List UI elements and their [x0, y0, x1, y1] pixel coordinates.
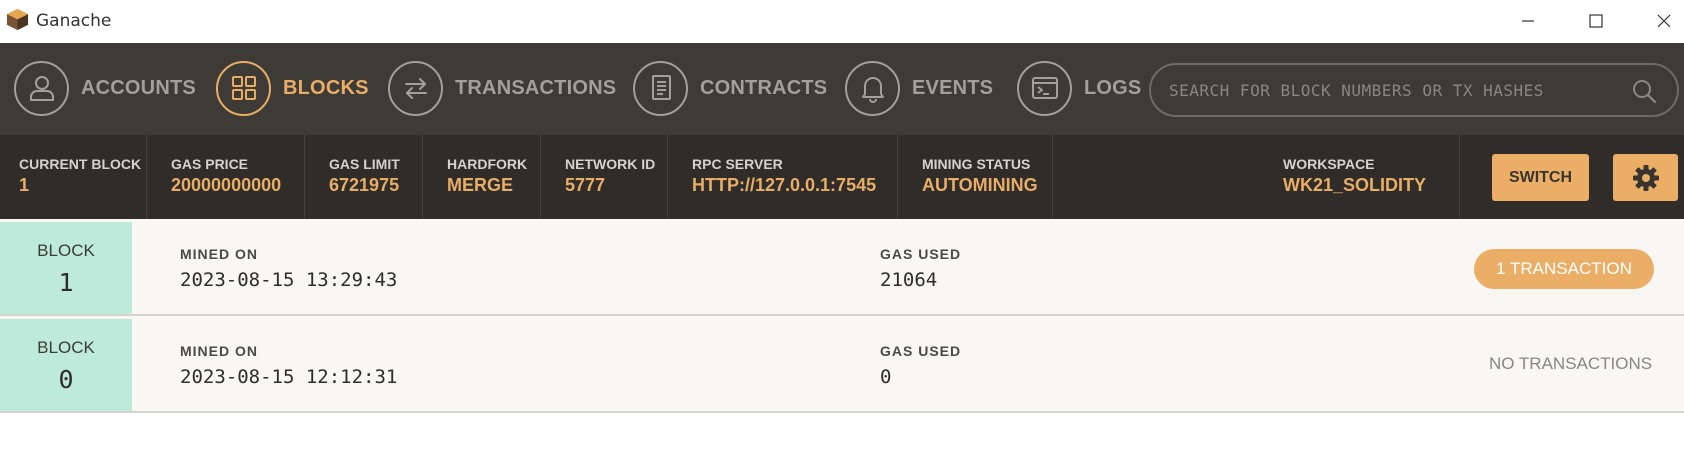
transaction-count-badge[interactable]: 1 TRANSACTION: [1474, 249, 1654, 289]
rpc-server-label: RPC SERVER: [692, 156, 783, 172]
mining-status-value: AUTOMINING: [922, 175, 1038, 195]
mined-on-label: MINED ON: [180, 343, 258, 359]
block-label: BLOCK: [37, 241, 95, 260]
settings-button[interactable]: [1613, 154, 1678, 201]
block-number-cell: BLOCK 1: [0, 222, 132, 314]
nav-logs-label: LOGS: [1084, 76, 1142, 99]
mined-on-value: 2023-08-15 12:12:31: [180, 366, 398, 388]
document-icon: [651, 75, 671, 100]
nav-accounts-label: ACCOUNTS: [81, 76, 196, 99]
gas-used-label: GAS USED: [880, 343, 962, 359]
nav-blocks-label: BLOCKS: [283, 76, 369, 99]
current-block-label: CURRENT BLOCK: [19, 156, 142, 172]
divider: [540, 135, 541, 219]
mined-on-value: 2023-08-15 13:29:43: [180, 269, 398, 291]
rpc-server-value: HTTP://127.0.0.1:7545: [692, 175, 877, 195]
gas-used-label: GAS USED: [880, 246, 962, 262]
switch-workspace-button[interactable]: SWITCH: [1492, 154, 1589, 201]
main-nav: ACCOUNTS BLOCKS TRANSACTIONS CONTRACTS E…: [0, 43, 1684, 135]
search-icon[interactable]: [1631, 78, 1657, 104]
app-title: Ganache: [36, 11, 112, 31]
nav-blocks[interactable]: BLOCKS: [216, 60, 369, 116]
bell-icon: [861, 77, 884, 103]
gas-price-label: GAS PRICE: [171, 156, 249, 172]
network-id-label: NETWORK ID: [565, 156, 656, 172]
divider: [1459, 135, 1460, 219]
maximize-icon: [1589, 14, 1603, 28]
nav-transactions-label: TRANSACTIONS: [455, 76, 617, 99]
minimize-button[interactable]: [1504, 6, 1552, 36]
block-number: 1: [58, 268, 74, 297]
terminal-icon: [1031, 77, 1058, 99]
divider: [667, 135, 668, 219]
gas-used-value: 0: [880, 366, 892, 388]
nav-contracts[interactable]: CONTRACTS: [633, 60, 827, 116]
mined-on-label: MINED ON: [180, 246, 258, 262]
divider: [1052, 135, 1053, 219]
divider: [897, 135, 898, 219]
gas-price-value: 20000000000: [171, 175, 282, 195]
grid-icon: [231, 76, 256, 100]
block-number: 0: [58, 365, 74, 394]
nav-events[interactable]: EVENTS: [845, 60, 993, 116]
hardfork-value: MERGE: [447, 175, 514, 195]
close-button[interactable]: [1640, 6, 1684, 36]
workspace-label: WORKSPACE: [1283, 156, 1375, 172]
nav-events-label: EVENTS: [912, 76, 994, 99]
nav-contracts-label: CONTRACTS: [700, 76, 828, 99]
minimize-icon: [1522, 20, 1534, 22]
title-bar: Ganache: [0, 0, 1684, 43]
workspace-value: WK21_SOLIDITY: [1283, 175, 1427, 195]
gas-limit-value: 6721975: [329, 175, 400, 195]
nav-accounts[interactable]: ACCOUNTS: [14, 60, 196, 116]
divider: [304, 135, 305, 219]
nav-logs[interactable]: LOGS: [1017, 60, 1141, 116]
search-input[interactable]: [1169, 80, 1629, 100]
divider: [146, 135, 147, 219]
swap-arrows-icon: [404, 78, 427, 99]
maximize-button[interactable]: [1572, 6, 1620, 36]
blocks-list: BLOCK 1 MINED ON 2023-08-15 13:29:43 GAS…: [0, 219, 1684, 413]
nav-transactions[interactable]: TRANSACTIONS: [388, 60, 616, 116]
gear-icon: [1632, 164, 1659, 191]
search-box: [1149, 63, 1679, 117]
divider: [422, 135, 423, 219]
no-transactions-text: NO TRANSACTIONS: [1489, 354, 1653, 373]
current-block-value: 1: [19, 175, 30, 195]
ganache-logo-icon: [6, 8, 29, 31]
gas-limit-label: GAS LIMIT: [329, 156, 400, 172]
hardfork-label: HARDFORK: [447, 156, 528, 172]
status-bar: CURRENT BLOCK 1 GAS PRICE 20000000000 GA…: [0, 135, 1684, 219]
block-number-cell: BLOCK 0: [0, 319, 132, 411]
network-id-value: 5777: [565, 175, 606, 195]
user-icon: [29, 76, 54, 101]
block-row[interactable]: BLOCK 1 MINED ON 2023-08-15 13:29:43 GAS…: [0, 219, 1684, 316]
gas-used-value: 21064: [880, 269, 938, 291]
block-row[interactable]: BLOCK 0 MINED ON 2023-08-15 12:12:31 GAS…: [0, 316, 1684, 413]
block-label: BLOCK: [37, 338, 95, 357]
mining-status-label: MINING STATUS: [922, 156, 1031, 172]
close-icon: [1657, 14, 1671, 28]
